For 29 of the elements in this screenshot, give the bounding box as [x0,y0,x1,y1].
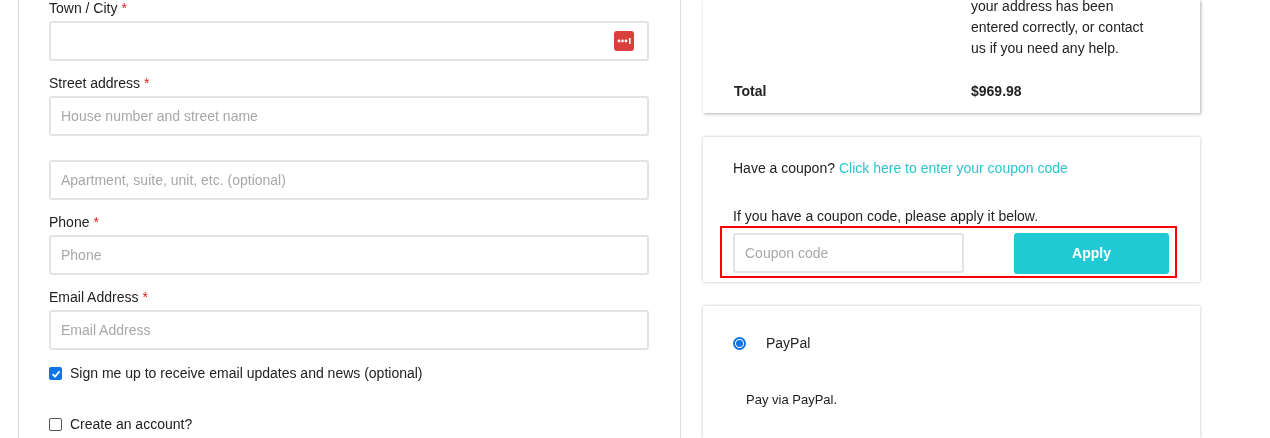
coupon-link[interactable]: Click here to enter your coupon code [838,157,1068,179]
radio-button[interactable] [733,336,746,350]
input-field[interactable]: Email Address [49,310,649,350]
field-label: Street address [49,73,141,93]
required-mark: * [144,73,150,93]
payment-method-label: PayPal [766,333,811,353]
input-field[interactable]: House number and street name [49,96,649,136]
field-label: Phone [49,212,90,232]
total-value: $969.98 [971,82,1022,101]
coupon-field[interactable]: Coupon code [733,233,964,274]
apply-button[interactable]: Apply [1014,232,1169,274]
checkbox[interactable] [49,367,62,380]
required-mark: * [121,0,127,18]
total-label: Total [734,82,768,101]
coupon-instruction: If you have a coupon code, please apply it below. [733,206,1040,226]
input-field[interactable] [49,21,649,61]
field-label: Town / City [49,0,118,18]
field-label: Email Address [49,287,139,307]
required-mark: * [142,287,148,307]
payment-description: Pay via PayPal. [746,390,839,409]
checkbox-label: Sign me up to receive email updates and news (optional) [70,364,423,383]
coupon-prompt: Have a coupon? [733,158,835,178]
checkbox[interactable] [49,418,62,431]
address-note: your address has been entered correctly, or contact us if you need any help. [971,0,1145,58]
password-manager-icon[interactable] [614,31,634,51]
checkbox-label: Create an account? [70,415,193,434]
input-field[interactable]: Apartment, suite, unit, etc. (optional) [49,160,649,200]
input-field[interactable]: Phone [49,235,649,275]
required-mark: * [93,212,99,232]
